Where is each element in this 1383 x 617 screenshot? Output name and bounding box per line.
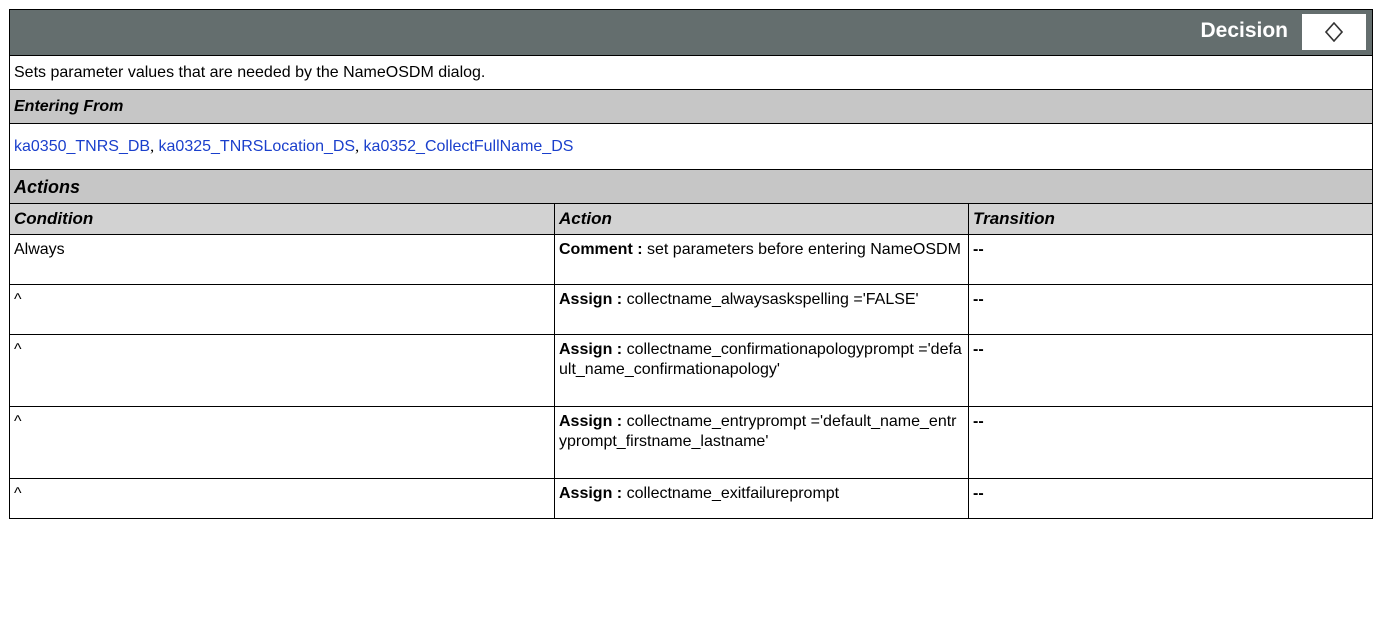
action-kind: Assign :	[559, 413, 623, 430]
action-kind: Assign :	[559, 291, 623, 308]
transition-cell: --	[967, 406, 1374, 479]
action-cell: Assign : collectname_exitfailureprompt	[554, 478, 969, 519]
entering-from-links: ka0350_TNRS_DB, ka0325_TNRSLocation_DS, …	[8, 123, 1374, 170]
entering-link-tnrs-db[interactable]: ka0350_TNRS_DB	[14, 138, 150, 155]
transition-cell: --	[967, 284, 1374, 335]
action-kind: Assign :	[559, 341, 623, 358]
action-cell: Assign : collectname_entryprompt ='defau…	[554, 406, 969, 479]
action-cell: Assign : collectname_confirmationapology…	[554, 334, 969, 407]
action-column-header: Action	[554, 203, 969, 235]
table-row: ^ Assign : collectname_alwaysaskspelling…	[9, 284, 1374, 335]
actions-heading: Actions	[8, 169, 1374, 204]
table-row: Always Comment : set parameters before e…	[9, 234, 1374, 285]
condition-cell: ^	[9, 334, 555, 407]
link-separator: ,	[355, 137, 360, 155]
table-row: ^ Assign : collectname_exitfailureprompt…	[9, 478, 1374, 519]
decision-header: Decision	[8, 9, 1374, 56]
decision-description: Sets parameter values that are needed by…	[8, 55, 1374, 90]
decision-title: Decision	[1200, 19, 1289, 42]
transition-column-header: Transition	[967, 203, 1374, 235]
condition-cell: ^	[9, 406, 555, 479]
decision-table: Decision Sets parameter values that are …	[8, 9, 1374, 519]
action-text: set parameters before entering NameOSDM	[642, 241, 961, 258]
condition-cell: ^	[9, 284, 555, 335]
condition-column-header: Condition	[9, 203, 555, 235]
diamond-icon	[1302, 14, 1367, 50]
action-cell: Comment : set parameters before entering…	[554, 234, 969, 285]
decision-panel: Decision Sets parameter values that are …	[8, 9, 1374, 519]
entering-from-heading: Entering From	[8, 89, 1374, 124]
entering-link-collect-full-name-ds[interactable]: ka0352_CollectFullName_DS	[364, 138, 574, 155]
action-kind: Comment :	[559, 241, 643, 258]
table-row: ^ Assign : collectname_confirmationapolo…	[9, 334, 1374, 407]
transition-cell: --	[967, 334, 1374, 407]
action-cell: Assign : collectname_alwaysaskspelling =…	[554, 284, 969, 335]
transition-cell: --	[967, 234, 1374, 285]
transition-cell: --	[967, 478, 1374, 519]
link-separator: ,	[150, 137, 155, 155]
action-kind: Assign :	[559, 485, 623, 502]
action-text: collectname_exitfailureprompt	[622, 485, 840, 502]
condition-cell: ^	[9, 478, 555, 519]
entering-link-tnrs-location-ds[interactable]: ka0325_TNRSLocation_DS	[159, 138, 356, 155]
table-row: ^ Assign : collectname_entryprompt ='def…	[9, 406, 1374, 479]
condition-cell: Always	[9, 234, 555, 285]
action-text: collectname_alwaysaskspelling ='FALSE'	[622, 291, 919, 308]
